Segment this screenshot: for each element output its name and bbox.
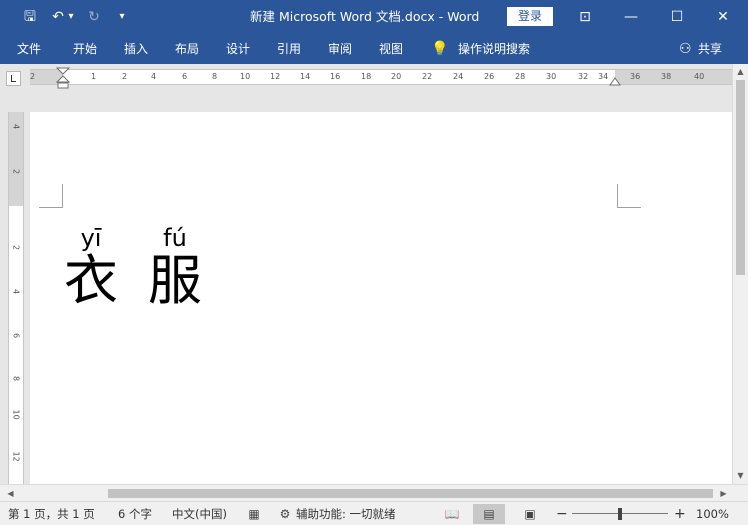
ruler-tick: 2 — [122, 72, 128, 81]
zoom-in-button[interactable]: + — [674, 502, 686, 525]
horizontal-scrollbar[interactable]: ◀ ▶ — [0, 484, 748, 501]
hanzi-char: 服 — [148, 249, 202, 312]
ruler-tick: 12 — [11, 451, 21, 462]
ruler-tick: 16 — [330, 72, 341, 81]
phonetic-char-2[interactable]: fú 服 — [142, 225, 208, 311]
tab-design[interactable]: 设计 — [226, 34, 250, 64]
undo-icon[interactable]: ↶ — [50, 7, 66, 27]
macro-icon[interactable]: ▦ — [247, 506, 261, 522]
scroll-down-icon[interactable]: ▼ — [733, 468, 748, 483]
undo-dropdown-icon[interactable]: ▾ — [66, 7, 76, 27]
read-mode-icon[interactable]: 📖 — [436, 504, 468, 524]
ruler-tick: 2 — [30, 72, 36, 81]
document-title: 新建 Microsoft Word 文档.docx - Word — [250, 9, 480, 24]
word-window: 🖫 ↶ ▾ ↻ ▾ 新建 Microsoft Word 文档.docx - Wo… — [0, 0, 748, 525]
minimize-icon[interactable]: — — [608, 0, 654, 34]
tab-layout[interactable]: 布局 — [175, 34, 199, 64]
web-layout-icon[interactable]: ▣ — [514, 504, 546, 524]
ruler-tick: 2 — [11, 168, 21, 175]
crop-mark-right — [617, 184, 641, 208]
horizontal-ruler[interactable]: 2 1 2 4 6 8 10 12 14 16 18 20 22 24 26 2… — [30, 67, 732, 89]
ruler-tick: 8 — [11, 375, 21, 382]
ruler-tick: 2 — [11, 244, 21, 251]
tab-file[interactable]: 文件 — [17, 34, 41, 64]
ruler-tick: 26 — [484, 72, 495, 81]
first-line-indent-marker[interactable] — [56, 67, 70, 89]
status-bar: 第 1 页，共 1 页 6 个字 中文(中国) ▦ ⚙ 辅助功能: 一切就绪 📖… — [0, 501, 748, 525]
vertical-scroll-thumb[interactable] — [736, 80, 745, 275]
scroll-up-icon[interactable]: ▲ — [733, 64, 748, 79]
ruler-tick: 6 — [11, 332, 21, 339]
ruler-tick: 1 — [91, 72, 97, 81]
ruler-tick: 12 — [270, 72, 281, 81]
zoom-out-button[interactable]: − — [556, 502, 568, 525]
horizontal-scroll-thumb[interactable] — [108, 489, 713, 498]
ruler-tick: 10 — [11, 409, 21, 420]
language-status[interactable]: 中文(中国) — [172, 502, 227, 525]
pinyin-guide: yī — [80, 224, 102, 252]
ruler-tick: 28 — [515, 72, 526, 81]
phonetic-char-1[interactable]: yī 衣 — [58, 225, 124, 311]
document-page[interactable]: yī 衣 fú 服 — [30, 112, 732, 484]
tab-home[interactable]: 开始 — [73, 34, 97, 64]
ribbon-tab-bar: 文件 开始 插入 布局 设计 引用 审阅 视图 💡 操作说明搜索 ⚇ 共享 — [0, 34, 748, 64]
accessibility-icon[interactable]: ⚙ — [278, 506, 292, 522]
ruler-tick: 32 — [578, 72, 589, 81]
ruler-tick: 40 — [694, 72, 705, 81]
signin-button[interactable]: 登录 — [507, 7, 553, 26]
right-indent-marker[interactable] — [609, 77, 621, 87]
ruler-tick: 38 — [661, 72, 672, 81]
zoom-level[interactable]: 100% — [696, 502, 729, 525]
word-count[interactable]: 6 个字 — [118, 502, 152, 525]
maximize-icon[interactable]: ☐ — [654, 0, 700, 34]
pinyin-guide: fú — [163, 224, 187, 252]
title-bar: 🖫 ↶ ▾ ↻ ▾ 新建 Microsoft Word 文档.docx - Wo… — [0, 0, 748, 34]
redo-icon[interactable]: ↻ — [86, 7, 102, 27]
vertical-scrollbar[interactable]: ▲ ▼ — [732, 64, 748, 484]
tab-references[interactable]: 引用 — [277, 34, 301, 64]
vertical-ruler[interactable]: 4 2 2 4 6 8 10 12 — [8, 112, 24, 484]
customize-icon[interactable]: ▾ — [116, 7, 128, 27]
ruler-tick: 4 — [11, 288, 21, 295]
ruler-tick: 4 — [151, 72, 157, 81]
ruler-tick: 34 — [598, 72, 609, 81]
share-button[interactable]: 共享 — [698, 34, 722, 64]
person-icon[interactable]: ⚇ — [679, 34, 692, 64]
accessibility-status[interactable]: 辅助功能: 一切就绪 — [296, 502, 396, 525]
tab-view[interactable]: 视图 — [379, 34, 403, 64]
tab-review[interactable]: 审阅 — [328, 34, 352, 64]
zoom-slider-thumb[interactable] — [618, 508, 622, 520]
ribbon-display-icon[interactable]: ⊡ — [562, 0, 608, 34]
ruler-tick: 6 — [182, 72, 188, 81]
lightbulb-icon[interactable]: 💡 — [431, 34, 448, 64]
crop-mark-left — [39, 184, 63, 208]
tab-insert[interactable]: 插入 — [124, 34, 148, 64]
ruler-tick: 4 — [11, 123, 21, 130]
ruler-tick: 20 — [391, 72, 402, 81]
ruler-tick: 8 — [212, 72, 218, 81]
save-icon[interactable]: 🖫 — [20, 7, 40, 27]
ruler-tick: 30 — [546, 72, 557, 81]
ruler-tick: 18 — [361, 72, 372, 81]
page-count[interactable]: 第 1 页，共 1 页 — [8, 502, 95, 525]
ruler-tick: 24 — [453, 72, 464, 81]
scroll-right-icon[interactable]: ▶ — [716, 486, 731, 501]
ruler-tick: 10 — [240, 72, 251, 81]
ruler-tick: 14 — [300, 72, 311, 81]
ruler-tick: 36 — [630, 72, 641, 81]
tell-me-search[interactable]: 操作说明搜索 — [458, 34, 530, 64]
tab-stop-selector[interactable] — [6, 71, 21, 86]
hanzi-char: 衣 — [64, 249, 118, 312]
ruler-tick: 22 — [422, 72, 433, 81]
scroll-left-icon[interactable]: ◀ — [3, 486, 18, 501]
print-layout-icon[interactable]: ▤ — [473, 504, 505, 524]
close-icon[interactable]: ✕ — [700, 0, 746, 34]
